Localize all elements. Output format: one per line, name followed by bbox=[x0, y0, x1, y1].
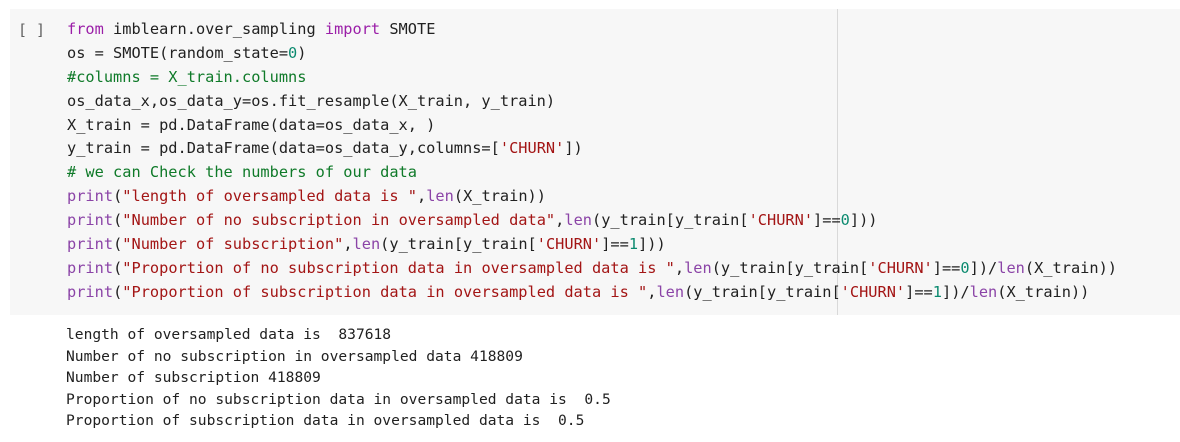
code-line: # we can Check the numbers of our data bbox=[67, 161, 1117, 185]
code-token: ]== bbox=[932, 258, 961, 277]
code-line: #columns = X_train.columns bbox=[67, 66, 1117, 90]
code-token: 'CHURN' bbox=[840, 282, 906, 301]
code-token: ]== bbox=[813, 211, 841, 230]
output-line: Proportion of subscription data in overs… bbox=[66, 412, 585, 430]
code-token: ])/ bbox=[941, 282, 970, 301]
code-token: (X_train)) bbox=[1024, 258, 1117, 277]
code-line: print("Proportion of subscription data i… bbox=[67, 281, 1117, 305]
code-token: 0 bbox=[288, 43, 298, 62]
code-token: len bbox=[564, 211, 592, 230]
code-token: os = SMOTE(random_state= bbox=[67, 43, 289, 62]
code-token: ) bbox=[297, 43, 307, 62]
code-line: print("length of oversampled data is ",l… bbox=[67, 185, 1117, 209]
code-token: , bbox=[417, 187, 427, 206]
code-token: ( bbox=[113, 258, 123, 277]
code-token: ])) bbox=[849, 211, 878, 230]
code-token: (X_train)) bbox=[997, 282, 1090, 301]
code-token: ( bbox=[113, 235, 123, 254]
code-token: (y_train[y_train[ bbox=[380, 235, 537, 254]
code-token: len bbox=[997, 258, 1025, 277]
code-token: "length of oversampled data is " bbox=[122, 187, 417, 206]
output-line: Number of no subscription in oversampled… bbox=[66, 347, 523, 365]
code-token: 'CHURN' bbox=[536, 235, 602, 254]
code-line: y_train = pd.DataFrame(data=os_data_y,co… bbox=[67, 137, 1117, 161]
output-line: Number of subscription 418809 bbox=[66, 369, 321, 387]
code-token: "Proportion of no subscription data in o… bbox=[122, 258, 675, 277]
run-cell-button[interactable]: [ ] bbox=[18, 19, 48, 41]
code-token: print bbox=[67, 211, 114, 230]
code-token: ( bbox=[113, 187, 123, 206]
code-token: from bbox=[67, 20, 104, 38]
code-token: print bbox=[67, 282, 114, 301]
code-token: ( bbox=[113, 282, 123, 301]
code-token: X_train = pd.DataFrame(data=os_data_x, ) bbox=[67, 115, 436, 134]
code-line: X_train = pd.DataFrame(data=os_data_x, ) bbox=[67, 114, 1117, 138]
code-token: SMOTE bbox=[380, 20, 436, 38]
code-token: len bbox=[656, 282, 685, 301]
code-line: from imblearn.over_sampling import SMOTE bbox=[67, 18, 1117, 42]
code-token: (y_train[y_train[ bbox=[592, 211, 749, 230]
code-token: 'CHURN' bbox=[748, 211, 814, 230]
notebook-cell: [ ] from imblearn.over_sampling import S… bbox=[0, 0, 1180, 442]
code-token: #columns = X_train.columns bbox=[67, 67, 307, 86]
code-token: 'CHURN' bbox=[499, 139, 565, 158]
code-token: "Number of subscription" bbox=[122, 235, 344, 254]
code-token: len bbox=[352, 235, 381, 254]
code-token: (y_train[y_train[ bbox=[711, 258, 869, 277]
code-token: ]== bbox=[601, 235, 629, 254]
code-token: , bbox=[343, 235, 353, 254]
code-token: 1 bbox=[628, 235, 639, 254]
code-token: ])) bbox=[638, 235, 666, 254]
code-input[interactable]: from imblearn.over_sampling import SMOTE… bbox=[67, 18, 1117, 305]
code-token: len bbox=[426, 187, 454, 206]
code-line: print("Proportion of no subscription dat… bbox=[67, 257, 1117, 281]
code-line: print("Number of subscription",len(y_tra… bbox=[67, 233, 1117, 257]
code-token: print bbox=[67, 187, 114, 206]
code-token: 0 bbox=[840, 211, 850, 230]
output-line: Proportion of no subscription data in ov… bbox=[66, 390, 611, 408]
code-token: "Number of no subscription in oversample… bbox=[122, 211, 556, 230]
code-token: print bbox=[67, 235, 114, 254]
code-token: , bbox=[555, 211, 565, 230]
code-token: ]) bbox=[564, 139, 583, 158]
code-token: ]== bbox=[905, 282, 933, 301]
code-token: y_train = pd.DataFrame(data=os_data_y,co… bbox=[67, 139, 500, 158]
code-token: ])/ bbox=[969, 258, 998, 277]
code-token: print bbox=[67, 258, 114, 277]
code-token: 'CHURN' bbox=[868, 258, 933, 277]
code-token: import bbox=[324, 20, 381, 38]
code-token: (y_train[y_train[ bbox=[684, 282, 841, 301]
code-token: # we can Check the numbers of our data bbox=[67, 163, 417, 182]
code-line: os = SMOTE(random_state=0) bbox=[67, 42, 1117, 66]
code-token: , bbox=[674, 258, 685, 277]
code-line: os_data_x,os_data_y=os.fit_resample(X_tr… bbox=[67, 90, 1117, 114]
code-line: print("Number of no subscription in over… bbox=[67, 209, 1117, 233]
code-token: len bbox=[684, 258, 712, 277]
code-token: 0 bbox=[960, 258, 970, 277]
code-token: os_data_x,os_data_y=os.fit_resample(X_tr… bbox=[67, 91, 556, 110]
code-token: imblearn.over_sampling bbox=[103, 20, 325, 38]
cell-output: length of oversampled data is 837618 Numb… bbox=[66, 324, 611, 432]
code-token: "Proportion of subscription data in over… bbox=[122, 282, 648, 301]
output-line: length of oversampled data is 837618 bbox=[66, 326, 392, 343]
code-token: len bbox=[969, 282, 998, 301]
code-token: (X_train)) bbox=[453, 187, 546, 206]
code-token: ( bbox=[113, 211, 123, 230]
code-token: 1 bbox=[932, 282, 942, 301]
